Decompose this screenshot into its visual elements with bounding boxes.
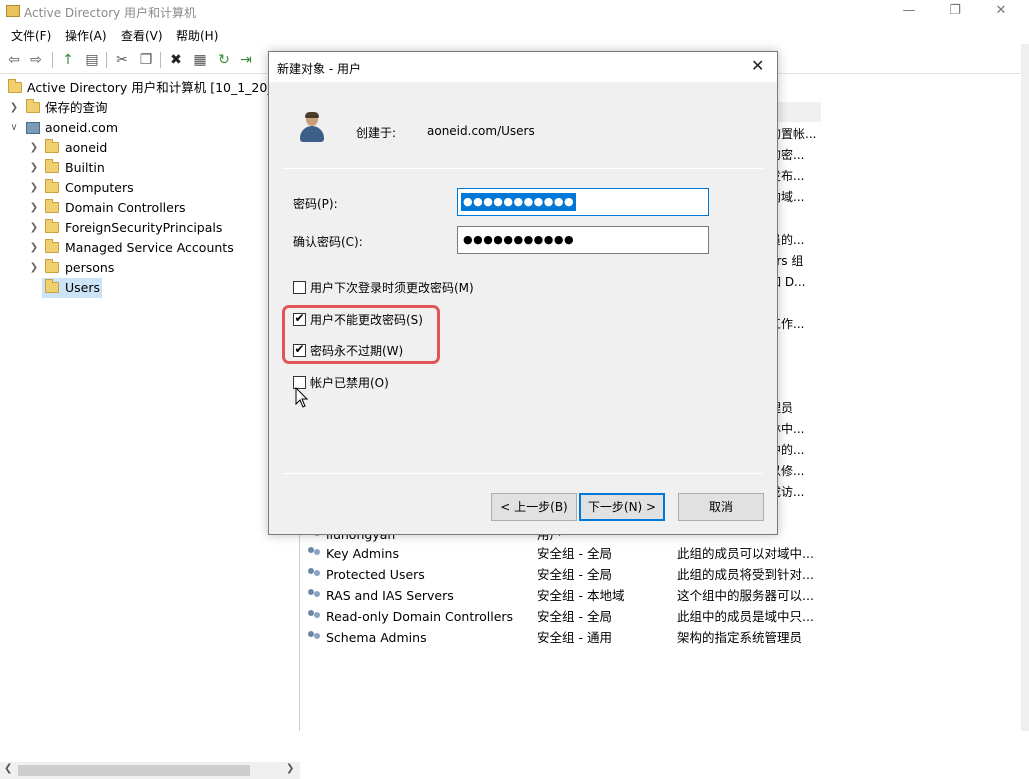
dialog-close-icon[interactable]: ✕: [751, 56, 764, 75]
menu-bar: 文件(F) 操作(A) 查看(V) 帮助(H): [0, 24, 1029, 44]
dialog-title: 新建对象 - 用户: [277, 62, 361, 76]
menu-action[interactable]: 操作(A): [65, 27, 107, 44]
close-window-button[interactable]: ✕: [978, 2, 1024, 22]
cut-icon[interactable]: ✂: [112, 50, 132, 70]
confirm-password-field[interactable]: ●●●●●●●●●●●: [457, 226, 709, 254]
chevron-right-icon[interactable]: ❯: [28, 158, 40, 178]
scroll-right-icon[interactable]: ❯: [286, 763, 294, 774]
divider: [283, 473, 763, 474]
tree-pane[interactable]: Active Directory 用户和计算机 [10_1_20_9.a ❯ 保…: [0, 76, 300, 779]
password-value: ●●●●●●●●●●●: [461, 193, 577, 211]
folder-icon: [26, 99, 40, 113]
folder-icon: [45, 259, 59, 273]
delete-icon[interactable]: ✖: [166, 50, 186, 70]
back-arrow-icon[interactable]: ⇦: [4, 50, 24, 70]
new-user-dialog: 新建对象 - 用户 ✕ 创建于: aoneid.com/Users 密码(P):…: [268, 51, 778, 535]
mouse-cursor-icon: [295, 387, 309, 408]
folder-icon: [45, 219, 59, 233]
list-item[interactable]: Protected Users 安全组 - 全局 此组的成员将受到针对...: [303, 564, 823, 585]
group-icon: [305, 630, 323, 644]
chevron-down-icon[interactable]: ∨: [8, 118, 20, 138]
menu-help[interactable]: 帮助(H): [176, 27, 218, 44]
chevron-right-icon[interactable]: ❯: [28, 138, 40, 158]
group-icon: [305, 546, 323, 560]
window-title: Active Directory 用户和计算机: [24, 6, 197, 20]
scroll-left-icon[interactable]: ❮: [4, 763, 12, 774]
folder-icon: [45, 279, 59, 293]
show-tree-icon[interactable]: ▤: [82, 50, 102, 70]
folder-icon: [45, 239, 59, 253]
back-button[interactable]: < 上一步(B): [491, 493, 577, 521]
menu-view[interactable]: 查看(V): [121, 27, 163, 44]
copy-icon[interactable]: ❐: [136, 50, 156, 70]
title-bar: Active Directory 用户和计算机 — ❐ ✕: [0, 0, 1029, 24]
chevron-right-icon[interactable]: ❯: [28, 238, 40, 258]
refresh-icon[interactable]: ↻: [214, 50, 234, 70]
dialog-title-bar: 新建对象 - 用户 ✕: [269, 52, 777, 82]
password-field[interactable]: ●●●●●●●●●●●: [457, 188, 709, 216]
confirm-password-label: 确认密码(C):: [293, 235, 363, 249]
cancel-button[interactable]: 取消: [678, 493, 764, 521]
folder-icon: [45, 159, 59, 173]
password-label: 密码(P):: [293, 197, 338, 211]
app-icon: [6, 5, 20, 17]
created-in-value: aoneid.com/Users: [427, 124, 535, 138]
chevron-right-icon[interactable]: ❯: [8, 98, 20, 118]
checkbox[interactable]: [293, 281, 306, 294]
properties-icon[interactable]: ▦: [190, 50, 210, 70]
group-icon: [305, 609, 323, 623]
confirm-password-value: ●●●●●●●●●●●: [463, 233, 575, 246]
folder-icon: [45, 139, 59, 153]
chevron-right-icon[interactable]: ❯: [28, 218, 40, 238]
ad-icon: [8, 79, 22, 93]
maximize-button[interactable]: ❐: [932, 2, 978, 22]
folder-icon: [45, 179, 59, 193]
export-icon[interactable]: ⇥: [236, 50, 256, 70]
menu-file[interactable]: 文件(F): [11, 27, 51, 44]
created-in-label: 创建于:: [356, 126, 397, 140]
list-item[interactable]: Read-only Domain Controllers 安全组 - 全局 此组…: [303, 606, 823, 627]
list-item[interactable]: Schema Admins 安全组 - 通用 架构的指定系统管理员: [303, 627, 823, 648]
folder-icon: [45, 199, 59, 213]
annotation-highlight: [282, 305, 440, 364]
forward-arrow-icon[interactable]: ⇨: [26, 50, 46, 70]
list-item[interactable]: Key Admins 安全组 - 全局 此组的成员可以对域中...: [303, 543, 823, 564]
domain-icon: [26, 122, 40, 134]
user-icon: [299, 112, 325, 144]
window-edge: [1021, 44, 1029, 731]
column-header[interactable]: [773, 102, 821, 122]
up-folder-icon[interactable]: ↑: [58, 50, 78, 70]
next-button[interactable]: 下一步(N) >: [579, 493, 665, 521]
list-item[interactable]: RAS and IAS Servers 安全组 - 本地域 这个组中的服务器可以…: [303, 585, 823, 606]
group-icon: [305, 567, 323, 581]
scrollbar-thumb[interactable]: [18, 765, 250, 776]
chevron-right-icon[interactable]: ❯: [28, 258, 40, 278]
horizontal-scrollbar[interactable]: ❮ ❯: [0, 762, 300, 779]
minimize-button[interactable]: —: [886, 2, 932, 22]
group-icon: [305, 588, 323, 602]
divider: [283, 168, 763, 169]
chevron-right-icon[interactable]: ❯: [28, 198, 40, 218]
chevron-right-icon[interactable]: ❯: [28, 178, 40, 198]
